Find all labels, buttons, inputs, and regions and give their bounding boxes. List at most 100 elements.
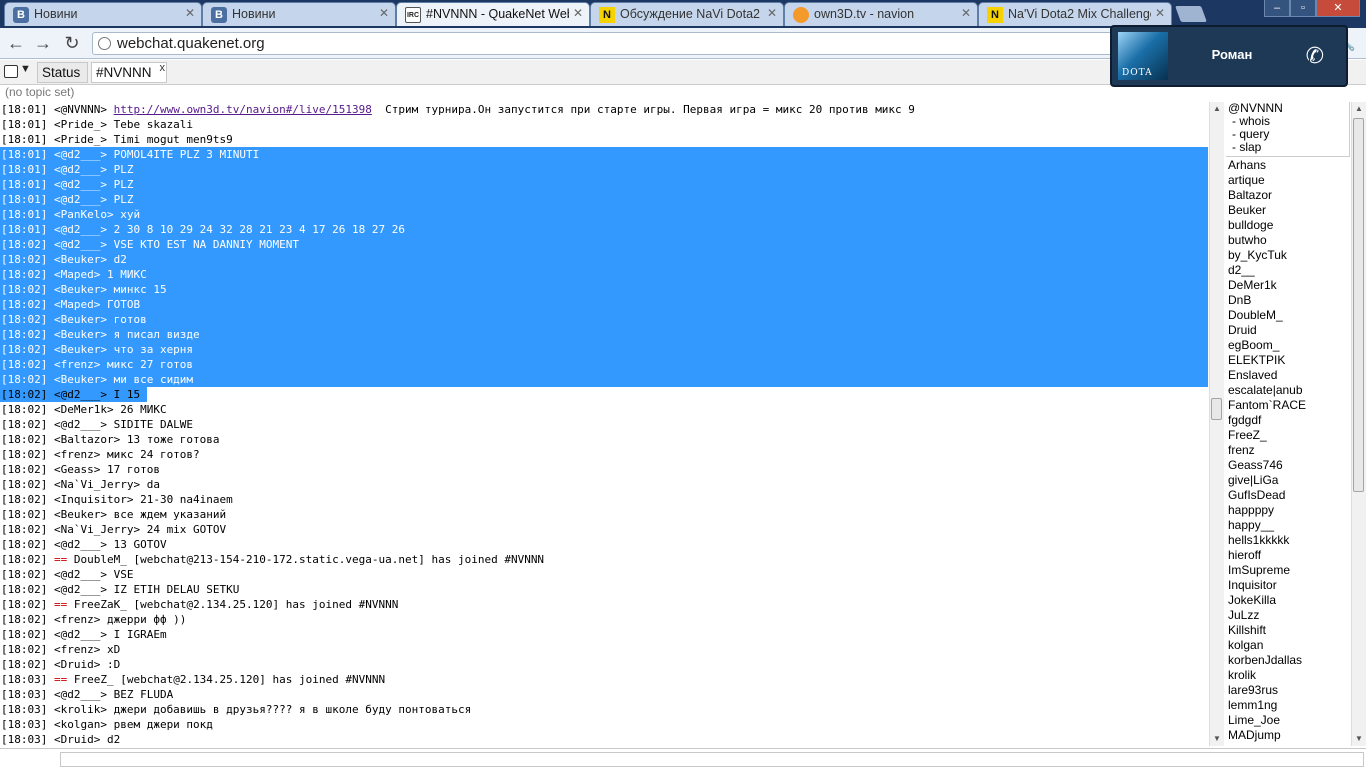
chevron-down-icon[interactable]: ▼ [20, 63, 31, 75]
browser-tab-5[interactable]: own3D.tv - navion ✕ [784, 2, 978, 26]
scroll-down-icon[interactable]: ▼ [1210, 732, 1224, 746]
nick-item[interactable]: FreeZ_ [1226, 428, 1350, 443]
scroll-down-icon[interactable]: ▼ [1352, 732, 1366, 746]
nick-item[interactable]: Druid [1226, 323, 1350, 338]
browser-tab-3-active[interactable]: IRC #NVNNN - QuakeNet Web ✕ [396, 2, 590, 26]
nick-item[interactable]: by_KycTuk [1226, 248, 1350, 263]
chat-message: [18:01] <@d2___> PLZ [0, 192, 1208, 207]
tab-nvnnn[interactable]: #NVNNN x [91, 62, 167, 83]
close-window-icon[interactable]: ✕ [1316, 0, 1360, 17]
irc-logo-icon[interactable] [4, 65, 18, 78]
chat-log-scrollbar[interactable]: ▲ ▼ [1209, 102, 1224, 746]
message-text: Стрим турнира.Он запустится при старте и… [371, 103, 915, 116]
nick-item[interactable]: Inquisitor [1226, 578, 1350, 593]
nick-item[interactable]: artique [1226, 173, 1350, 188]
avatar-text: DOTA [1122, 68, 1153, 78]
nick-item[interactable]: Arhans [1226, 158, 1350, 173]
nick-item[interactable]: lemm1ng [1226, 698, 1350, 713]
nick-item[interactable]: Geass746 [1226, 458, 1350, 473]
close-tab-icon[interactable]: ✕ [961, 6, 971, 20]
incoming-call-notification[interactable]: DOTA Роман ✆ [1110, 25, 1348, 87]
menu-item-slap[interactable]: - slap [1228, 141, 1349, 154]
chat-message: [18:02] <Maped> 1 МИКС [0, 267, 1208, 282]
nick-item[interactable]: hells1kkkkk [1226, 533, 1350, 548]
nick-item[interactable]: kolgan [1226, 638, 1350, 653]
chat-message: [18:02] <Beuker> готов [0, 312, 1208, 327]
tab-status[interactable]: Status [37, 62, 88, 83]
message-text: [18:02] <Na`Vi_Jerry> da [1, 478, 160, 491]
chat-message: [18:02] <Beuker> ми все сидим [0, 372, 1208, 387]
url-text: webchat.quakenet.org [117, 35, 265, 52]
nick-item[interactable]: fgdgdf [1226, 413, 1350, 428]
message-link[interactable]: http://www.own3d.tv/navion#/live/151398 [114, 103, 372, 116]
nick-item[interactable]: hieroff [1226, 548, 1350, 563]
nick-item[interactable]: MADjump [1226, 728, 1350, 743]
browser-tab-strip: B Новини ✕ B Новини ✕ IRC #NVNNN - Quake… [0, 0, 1366, 28]
nick-item[interactable]: korbenJdallas [1226, 653, 1350, 668]
browser-tab-1[interactable]: B Новини ✕ [4, 2, 202, 26]
close-tab-icon[interactable]: ✕ [573, 6, 583, 20]
globe-icon [98, 37, 111, 50]
message-text: [18:02] <Beuker> готов [1, 313, 147, 326]
nick-item[interactable]: Lime_Joe [1226, 713, 1350, 728]
nick-item[interactable]: happy__ [1226, 518, 1350, 533]
message-text: [18:02] <@d2___> SIDITE DALWE [1, 418, 194, 431]
message-text: [18:01] <@d2___> POMOL4ITE PLZ 3 MINUTI [1, 148, 260, 161]
nick-item[interactable]: GufIsDead [1226, 488, 1350, 503]
browser-tab-4[interactable]: N Обсуждение NaVi Dota2 M ✕ [590, 2, 784, 26]
tab-title: Новини [232, 7, 276, 21]
message-text: FreeZaK_ [webchat@2.134.25.120] has join… [67, 598, 399, 611]
tab-label: #NVNNN [96, 65, 152, 80]
nick-item[interactable]: Beuker [1226, 203, 1350, 218]
nick-item[interactable]: ImSupreme [1226, 563, 1350, 578]
nick-item[interactable]: happppy [1226, 503, 1350, 518]
nick-item[interactable]: lare93rus [1226, 683, 1350, 698]
message-text: [18:02] <Maped> 1 МИКС [1, 268, 147, 281]
nick-item[interactable]: DeMer1k [1226, 278, 1350, 293]
scroll-up-icon[interactable]: ▲ [1210, 102, 1224, 116]
scroll-thumb[interactable] [1353, 118, 1364, 492]
nick-item[interactable]: krolik [1226, 668, 1350, 683]
chat-message: [18:02] <Beuker> я писал визде [0, 327, 1208, 342]
close-tab-icon[interactable]: ✕ [767, 6, 777, 20]
nick-item[interactable]: Killshift [1226, 623, 1350, 638]
nick-item[interactable]: egBoom_ [1226, 338, 1350, 353]
browser-tab-2[interactable]: B Новини ✕ [202, 2, 396, 26]
nick-item[interactable]: DnB [1226, 293, 1350, 308]
nick-item[interactable]: bulldoge [1226, 218, 1350, 233]
minimize-icon[interactable]: – [1264, 0, 1290, 17]
nick-item[interactable]: Baltazor [1226, 188, 1350, 203]
scroll-up-icon[interactable]: ▲ [1352, 102, 1366, 116]
nick-item[interactable]: frenz [1226, 443, 1350, 458]
message-text: [18:02] <Geass> 17 готов [1, 463, 160, 476]
nick-list-scrollbar[interactable]: ▲ ▼ [1351, 102, 1366, 746]
nick-item[interactable]: escalate|anub [1226, 383, 1350, 398]
scroll-thumb[interactable] [1211, 398, 1222, 420]
nick-item[interactable]: JuLzz [1226, 608, 1350, 623]
message-input[interactable] [60, 752, 1364, 767]
nick-item[interactable]: Fantom`RACE [1226, 398, 1350, 413]
reload-icon[interactable]: ↻ [60, 31, 84, 55]
maximize-icon[interactable]: ▫ [1290, 0, 1316, 17]
close-tab-icon[interactable]: ✕ [185, 6, 195, 20]
message-text: [18:02] <frenz> xD [1, 643, 121, 656]
message-text: [18:01] <@d2___> 2 30 8 10 29 24 32 28 2… [1, 223, 405, 236]
new-tab-button[interactable] [1175, 6, 1207, 22]
nick-item[interactable]: JokeKilla [1226, 593, 1350, 608]
nick-item[interactable]: d2__ [1226, 263, 1350, 278]
close-icon[interactable]: x [160, 58, 166, 78]
chat-log: [18:01] <@NVNNN> http://www.own3d.tv/nav… [0, 102, 1208, 746]
nick-item[interactable]: butwho [1226, 233, 1350, 248]
phone-icon[interactable]: ✆ [1306, 43, 1324, 69]
nick-item[interactable]: Enslaved [1226, 368, 1350, 383]
forward-arrow-icon[interactable]: → [31, 31, 55, 55]
chat-message: [18:02] <DeMer1k> 26 МИКС [0, 402, 1208, 417]
close-tab-icon[interactable]: ✕ [1155, 6, 1165, 20]
nick-item[interactable]: DoubleM_ [1226, 308, 1350, 323]
browser-tab-6[interactable]: N Na'Vi Dota2 Mix Challenge ✕ [978, 2, 1172, 26]
nick-item[interactable]: give|LiGa [1226, 473, 1350, 488]
back-arrow-icon[interactable]: ← [4, 31, 28, 55]
close-tab-icon[interactable]: ✕ [379, 6, 389, 20]
nick-item[interactable]: ELEKTPIK [1226, 353, 1350, 368]
message-text: [18:02] <frenz> джерри фф )) [1, 613, 187, 626]
